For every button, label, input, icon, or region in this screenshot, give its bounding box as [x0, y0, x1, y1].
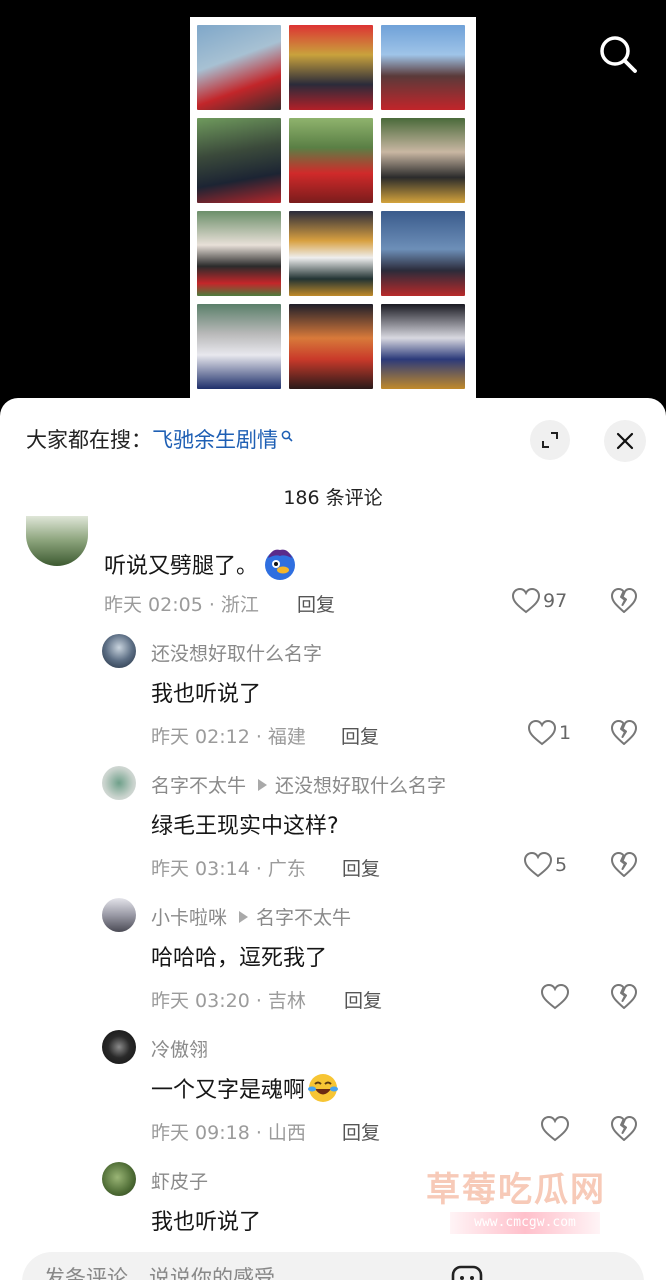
like-button[interactable]: 5 [523, 851, 567, 879]
avatar[interactable] [102, 898, 136, 932]
comment-text-content: 绿毛王现实中这样? [151, 814, 339, 839]
dislike-button[interactable] [610, 587, 638, 619]
dislike-button[interactable] [610, 1115, 638, 1147]
comment-time-location: 昨天 09:18 · 山西 [151, 1122, 306, 1144]
reply-to-username[interactable]: 还没想好取什么名字 [275, 771, 446, 798]
reply-button[interactable]: 回复 [341, 722, 379, 749]
comment-text-content: 我也听说了 [151, 682, 262, 707]
collage-photo [381, 304, 465, 389]
close-icon [616, 432, 634, 450]
comment-text: 哈哈哈，逗死我了 [151, 940, 327, 972]
heart-icon [540, 1115, 570, 1142]
comment-username[interactable]: 小卡啦咪 名字不太牛 [151, 903, 351, 930]
hot-search-term[interactable]: 飞驰余生剧情 [152, 424, 278, 454]
collage-photo [289, 118, 373, 203]
comment-sheet: 大家都在搜： 飞驰余生剧情 186 条评论 听说又劈腿了。 昨天 02:05 · [0, 398, 666, 1280]
reply-arrow-icon [258, 778, 268, 791]
comment-time-location: 昨天 02:12 · 福建 [151, 726, 306, 748]
comment-text-content: 我也听说了 [151, 1210, 262, 1235]
watermark-url: www.cmcgw.com [450, 1212, 600, 1234]
username[interactable]: 小卡啦咪 [151, 903, 227, 930]
username[interactable]: 虾皮子 [151, 1167, 208, 1194]
comment-username[interactable]: 虾皮子 [151, 1167, 208, 1194]
blue-bird-emoji [265, 549, 296, 580]
collage-photo [381, 118, 465, 203]
collage-photo [197, 211, 281, 296]
dislike-button[interactable] [610, 851, 638, 883]
watermark-text: 草莓吃瓜网 [426, 1170, 606, 1210]
username[interactable]: 名字不太牛 [151, 771, 246, 798]
search-button[interactable] [596, 32, 640, 76]
comment-time-location: 昨天 03:20 · 吉林 [151, 990, 306, 1012]
collage-photo [197, 118, 281, 203]
reply-arrow-icon [239, 910, 249, 923]
laugh-cry-emoji [308, 1074, 339, 1102]
reply-to-username[interactable]: 名字不太牛 [256, 903, 351, 930]
dislike-button[interactable] [610, 719, 638, 751]
dislike-button[interactable] [610, 983, 638, 1015]
collage-photo [381, 211, 465, 296]
comment-text: 听说又劈腿了。 [104, 546, 298, 582]
heart-icon [511, 587, 541, 614]
expand-icon [542, 432, 558, 448]
comment-username[interactable]: 还没想好取什么名字 [151, 639, 322, 666]
comment-count: 186 条评论 [283, 487, 383, 509]
like-button[interactable]: 1 [527, 719, 571, 747]
reply-button[interactable]: 回复 [342, 1118, 380, 1145]
avatar[interactable] [102, 1162, 136, 1196]
like-button[interactable] [540, 1115, 572, 1143]
avatar[interactable] [102, 766, 136, 800]
comment-text: 一个又字是魂啊 [151, 1072, 339, 1104]
comment-time-location: 昨天 03:14 · 广东 [151, 858, 306, 880]
broken-heart-icon [611, 720, 637, 745]
comment-username[interactable]: 名字不太牛 还没想好取什么名字 [151, 771, 446, 798]
hot-search-bar[interactable]: 大家都在搜： 飞驰余生剧情 [26, 424, 293, 454]
collage-photo [289, 211, 373, 296]
username[interactable]: 冷傲翎 [151, 1035, 208, 1062]
reply-button[interactable]: 回复 [342, 854, 380, 881]
username[interactable]: 还没想好取什么名字 [151, 639, 322, 666]
heart-icon [540, 983, 570, 1010]
like-count: 1 [559, 722, 572, 744]
comment-text: 绿毛王现实中这样? [151, 808, 339, 840]
collage-photo [289, 25, 373, 110]
collage-photo [197, 304, 281, 389]
heart-icon [523, 851, 553, 878]
comment-text-content: 听说又劈腿了。 [104, 554, 259, 579]
like-count: 5 [555, 854, 568, 876]
comment-text: 我也听说了 [151, 676, 261, 708]
reply-button[interactable]: 回复 [297, 590, 335, 617]
comment-input-placeholder: 发条评论，说说你的感受 [44, 1266, 275, 1280]
search-icon [600, 36, 637, 73]
reply-button[interactable]: 回复 [344, 986, 382, 1013]
avatar[interactable] [102, 634, 136, 668]
like-button[interactable]: 97 [511, 587, 567, 615]
avatar[interactable] [26, 516, 88, 566]
broken-heart-icon [611, 588, 637, 613]
comment-input[interactable]: 发条评论，说说你的感受 [22, 1252, 644, 1280]
photo-collage[interactable] [190, 17, 476, 400]
comment-text-content: 一个又字是魂啊 [151, 1078, 306, 1103]
like-button[interactable] [540, 983, 572, 1011]
like-count: 97 [543, 590, 568, 612]
close-button[interactable] [604, 420, 646, 462]
comment-username[interactable]: 冷傲翎 [151, 1035, 208, 1062]
emoji-icon[interactable] [450, 1264, 484, 1280]
collage-photo [381, 25, 465, 110]
expand-button[interactable] [530, 420, 570, 460]
heart-icon [527, 719, 557, 746]
collage-photo [289, 304, 373, 389]
hot-search-prefix: 大家都在搜： [26, 428, 152, 452]
comment-text: 我也听说了 [151, 1204, 261, 1236]
collage-photo [197, 25, 281, 110]
search-icon [281, 430, 293, 442]
video-player[interactable] [0, 0, 666, 420]
comment-text-content: 哈哈哈，逗死我了 [151, 946, 328, 971]
broken-heart-icon [611, 1116, 637, 1141]
broken-heart-icon [611, 852, 637, 877]
avatar[interactable] [102, 1030, 136, 1064]
comment-time-location: 昨天 02:05 · 浙江 [104, 594, 259, 616]
broken-heart-icon [611, 984, 637, 1009]
